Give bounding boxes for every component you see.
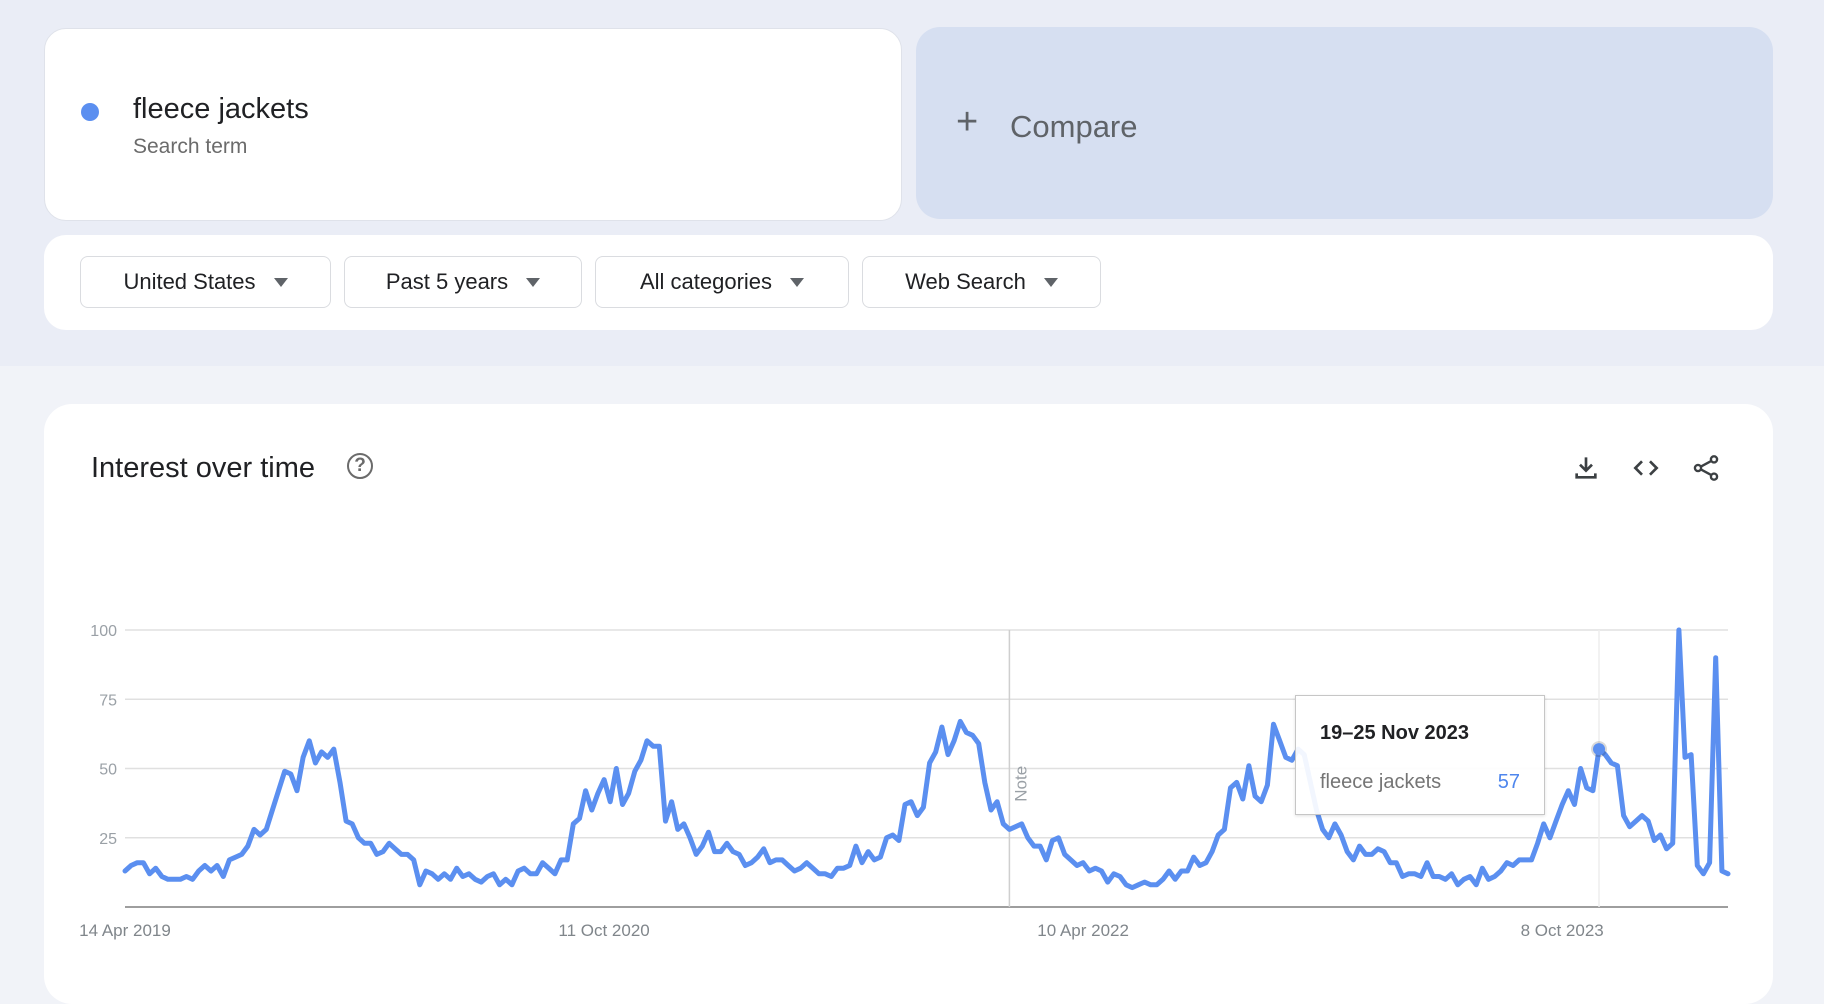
note-marker-label[interactable]: Note xyxy=(1011,766,1030,802)
tooltip-date: 19–25 Nov 2023 xyxy=(1320,722,1470,744)
tooltip-value: 57 xyxy=(1497,771,1520,793)
y-tick-label: 75 xyxy=(99,692,117,709)
x-tick-label: 14 Apr 2019 xyxy=(79,921,171,940)
x-tick-label: 10 Apr 2022 xyxy=(1037,921,1129,940)
chart-tooltip: 19–25 Nov 2023 fleece jackets 57 xyxy=(1295,695,1545,815)
y-tick-label: 25 xyxy=(99,831,117,848)
y-tick-label: 100 xyxy=(90,623,117,640)
tooltip-term: fleece jackets xyxy=(1320,771,1442,793)
y-tick-label: 50 xyxy=(99,762,117,779)
x-tick-label: 8 Oct 2023 xyxy=(1521,921,1604,940)
highlight-point xyxy=(1593,743,1606,756)
interest-chart[interactable]: 100 75 50 25 14 Apr 2019 11 Oct 2020 10 Apr 2… xyxy=(0,0,1824,958)
x-tick-label: 11 Oct 2020 xyxy=(558,921,649,940)
